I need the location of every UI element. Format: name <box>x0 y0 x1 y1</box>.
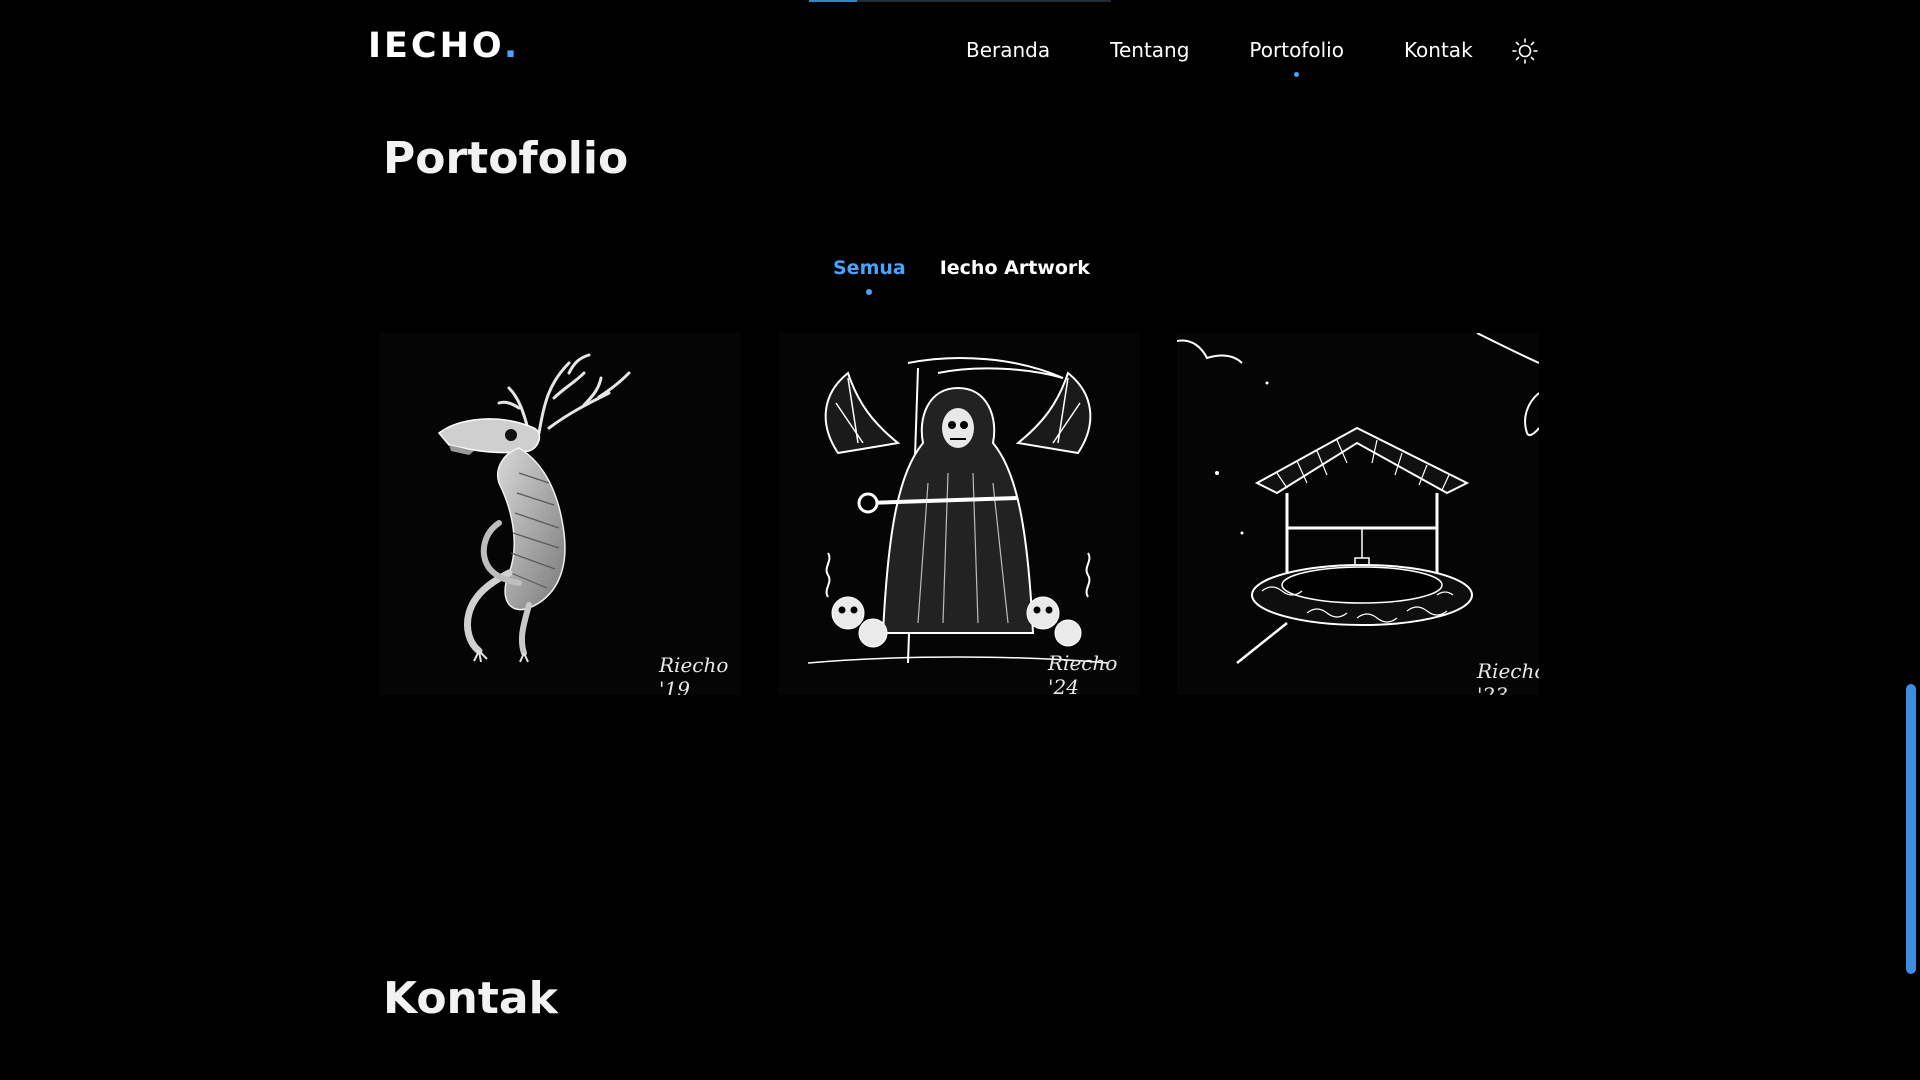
site-logo[interactable]: IECHO. <box>368 26 520 66</box>
sun-icon <box>1512 38 1538 64</box>
portfolio-item-deer-creature[interactable]: Riecho '19 <box>379 333 741 695</box>
portfolio-item-grim-reaper[interactable]: Riecho '24 <box>778 333 1140 695</box>
artwork-signature: Riecho '23 <box>1477 659 1539 695</box>
filter-tab-semua[interactable]: Semua <box>833 254 906 295</box>
artwork-signature: Riecho '19 <box>659 653 729 695</box>
theme-toggle-button[interactable] <box>1511 37 1539 65</box>
page-scrollbar-thumb[interactable] <box>1906 684 1916 974</box>
portfolio-gallery: Riecho '19 Riecho '24 Riech '23 <box>379 333 1539 695</box>
portfolio-section-title: Portofolio <box>383 133 629 184</box>
site-header: IECHO. Beranda Tentang Portofolio Kontak <box>0 0 1920 100</box>
grim-reaper-throne-artwork <box>807 357 1109 664</box>
portfolio-item-old-well[interactable]: Riecho '23 <box>1177 333 1539 695</box>
logo-text: IECHO <box>368 26 504 66</box>
portfolio-filter-tabs: Semua Iecho Artwork <box>833 254 1124 295</box>
deer-skull-creature-artwork <box>437 353 631 663</box>
old-well-artwork <box>1177 333 1539 664</box>
logo-dot: . <box>503 26 521 66</box>
main-nav: Beranda Tentang Portofolio Kontak <box>966 36 1533 77</box>
nav-item-beranda[interactable]: Beranda <box>966 36 1050 64</box>
nav-item-tentang[interactable]: Tentang <box>1110 36 1189 64</box>
artwork-signature: Riecho '24 <box>1048 651 1118 695</box>
contact-section-title: Kontak <box>383 973 558 1024</box>
nav-item-portofolio[interactable]: Portofolio <box>1249 36 1344 77</box>
nav-item-kontak[interactable]: Kontak <box>1404 36 1473 64</box>
filter-tab-iecho-artwork[interactable]: Iecho Artwork <box>940 254 1090 282</box>
